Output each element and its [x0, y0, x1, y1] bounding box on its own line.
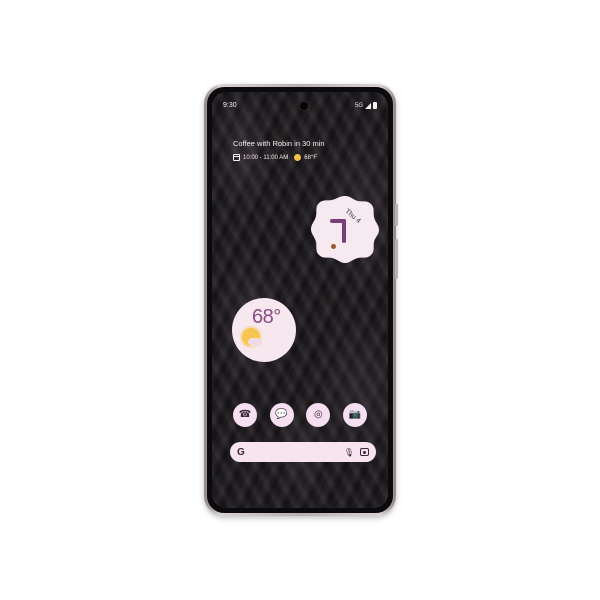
google-search-bar[interactable]: G 🎙: [230, 442, 376, 462]
status-bar: 9:30 5G: [212, 102, 388, 114]
glance-weather: 68°F: [304, 154, 318, 161]
camera-app-icon[interactable]: 📷: [342, 403, 367, 427]
stage: 9:30 5G Coffee with Robin in 30 min 10:0…: [0, 0, 600, 600]
at-a-glance-details[interactable]: 10:00 - 11:00 AM 68°F: [233, 154, 317, 161]
phone-bezel: 9:30 5G Coffee with Robin in 30 min 10:0…: [207, 87, 393, 513]
status-time: 9:30: [223, 102, 237, 109]
weather-widget[interactable]: 68°: [232, 298, 296, 362]
clock-widget[interactable]: Thu 4: [310, 194, 380, 264]
at-a-glance-title[interactable]: Coffee with Robin in 30 min: [233, 139, 325, 148]
signal-icon: [365, 102, 371, 109]
lens-icon[interactable]: [360, 448, 369, 456]
weather-cloud-icon: [248, 338, 262, 346]
calendar-icon: [233, 154, 240, 161]
event-time: 10:00 - 11:00 AM: [243, 154, 289, 161]
front-camera: [300, 102, 308, 110]
messages-app-icon[interactable]: 💬: [269, 403, 294, 427]
phone-device: 9:30 5G Coffee with Robin in 30 min 10:0…: [204, 84, 398, 516]
minute-hand: [330, 219, 346, 223]
google-logo-icon: G: [237, 446, 245, 458]
clock-center-dot: [331, 244, 336, 249]
status-icons: 5G: [355, 102, 377, 109]
battery-icon: [373, 102, 377, 109]
phone-app-icon[interactable]: ☎: [233, 403, 257, 427]
app-dock: ☎ 💬 ◎ 📷: [212, 403, 388, 427]
network-label: 5G: [354, 102, 363, 109]
sun-icon: [294, 154, 302, 161]
home-screen: 9:30 5G Coffee with Robin in 30 min 10:0…: [212, 92, 388, 508]
volume-button: [395, 239, 398, 279]
mic-icon[interactable]: 🎙: [344, 448, 354, 457]
power-button: [395, 204, 398, 226]
chrome-app-icon[interactable]: ◎: [306, 403, 331, 427]
weather-temperature: 68°: [252, 306, 281, 328]
